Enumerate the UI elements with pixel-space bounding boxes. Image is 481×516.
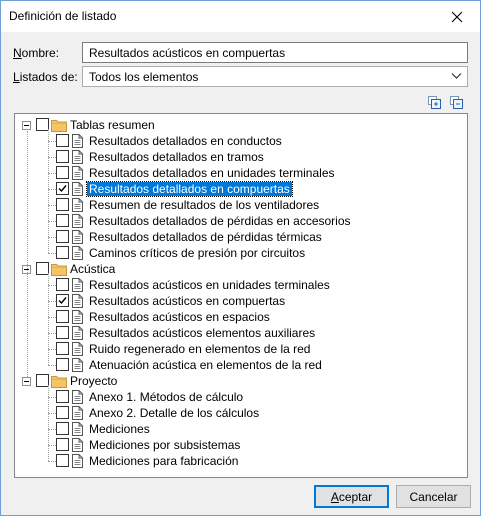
item-label: Ruido regenerado en elementos de la red xyxy=(89,342,311,356)
item-label: Resultados acústicos en compuertas xyxy=(89,294,286,308)
item-checkbox[interactable] xyxy=(56,278,69,291)
group-label: Proyecto xyxy=(70,374,118,388)
tree-item[interactable]: Resultados detallados en unidades termin… xyxy=(15,165,455,181)
item-checkbox[interactable] xyxy=(56,198,69,211)
dialog-window: Definición de listado Nombre: Resultados… xyxy=(0,0,481,516)
tree-group[interactable]: Proyecto xyxy=(15,373,455,389)
item-label: Atenuación acústica en elementos de la r… xyxy=(89,358,322,372)
window-title: Definición de listado xyxy=(9,9,117,23)
item-label: Resultados detallados en compuertas xyxy=(86,181,293,197)
accept-button[interactable]: Aceptar xyxy=(314,485,389,508)
tree-item[interactable]: Mediciones por subsistemas xyxy=(15,437,455,453)
group-label: Tablas resumen xyxy=(70,118,155,132)
tree-item[interactable]: Mediciones xyxy=(15,421,455,437)
list-source-value: Todos los elementos xyxy=(89,70,199,84)
tree-item[interactable]: Resultados acústicos en unidades termina… xyxy=(15,277,455,293)
item-checkbox[interactable] xyxy=(56,246,69,259)
item-checkbox[interactable] xyxy=(56,310,69,323)
collapse-toggle[interactable] xyxy=(22,121,31,130)
tree-item[interactable]: Resumen de resultados de los ventiladore… xyxy=(15,197,455,213)
item-label: Caminos críticos de presión por circuito… xyxy=(89,246,306,260)
item-label: Resultados acústicos en espacios xyxy=(89,310,270,324)
item-checkbox[interactable] xyxy=(56,406,69,419)
tree-item[interactable]: Mediciones para fabricación xyxy=(15,453,455,469)
item-checkbox[interactable] xyxy=(56,326,69,339)
item-checkbox[interactable] xyxy=(56,214,69,227)
tree-item[interactable]: Resultados acústicos en compuertas xyxy=(15,293,455,309)
tree-group[interactable]: Tablas resumen xyxy=(15,117,455,133)
tree-item[interactable]: Caminos críticos de presión por circuito… xyxy=(15,245,455,261)
close-button[interactable] xyxy=(434,1,480,32)
item-checkbox[interactable] xyxy=(56,150,69,163)
expand-all-icon xyxy=(428,96,441,109)
tree-item[interactable]: Resultados detallados en tramos xyxy=(15,149,455,165)
collapse-all-button[interactable] xyxy=(448,94,466,110)
chevron-down-icon xyxy=(451,73,462,79)
collapse-toggle[interactable] xyxy=(22,377,31,386)
report-tree[interactable]: Tablas resumen Resultados detallados en c… xyxy=(14,113,468,478)
item-checkbox[interactable] xyxy=(56,390,69,403)
name-input[interactable]: Resultados acústicos en compuertas xyxy=(82,42,468,63)
item-label: Resultados acústicos elementos auxiliare… xyxy=(89,326,316,340)
item-label: Anexo 1. Métodos de cálculo xyxy=(89,390,244,404)
item-checkbox[interactable] xyxy=(56,438,69,451)
item-label: Mediciones para fabricación xyxy=(89,454,239,468)
close-icon xyxy=(451,11,463,22)
item-label: Resultados detallados de pérdidas térmic… xyxy=(89,230,322,244)
item-label: Resultados detallados en unidades termin… xyxy=(89,166,335,180)
tree-item[interactable]: Resultados acústicos en espacios xyxy=(15,309,455,325)
document-icon xyxy=(70,453,84,472)
item-checkbox[interactable] xyxy=(56,454,69,467)
list-source-label: Listados de: xyxy=(13,70,78,84)
item-checkbox[interactable] xyxy=(56,134,69,147)
list-source-select[interactable]: Todos los elementos xyxy=(82,66,468,87)
tree-item[interactable]: Resultados detallados de pérdidas térmic… xyxy=(15,229,455,245)
tree-item[interactable]: Anexo 1. Métodos de cálculo xyxy=(15,389,455,405)
item-label: Resumen de resultados de los ventiladore… xyxy=(89,198,320,212)
item-label: Resultados detallados en conductos xyxy=(89,134,282,148)
item-label: Resultados detallados de pérdidas en acc… xyxy=(89,214,351,228)
item-checkbox[interactable] xyxy=(56,182,69,195)
item-checkbox[interactable] xyxy=(56,422,69,435)
title-bar: Definición de listado xyxy=(1,1,480,32)
tree-item[interactable]: Atenuación acústica en elementos de la r… xyxy=(15,357,455,373)
item-checkbox[interactable] xyxy=(56,166,69,179)
group-label: Acústica xyxy=(70,262,116,276)
item-label: Resultados acústicos en unidades termina… xyxy=(89,278,330,292)
item-label: Mediciones xyxy=(89,422,150,436)
name-label: Nombre: xyxy=(13,46,60,60)
item-checkbox[interactable] xyxy=(56,294,69,307)
item-checkbox[interactable] xyxy=(56,342,69,355)
collapse-all-icon xyxy=(450,96,463,109)
cancel-button[interactable]: Cancelar xyxy=(396,485,471,508)
tree-item[interactable]: Anexo 2. Detalle de los cálculos xyxy=(15,405,455,421)
tree-item[interactable]: Ruido regenerado en elementos de la red xyxy=(15,341,455,357)
item-label: Resultados detallados en tramos xyxy=(89,150,264,164)
tree-item[interactable]: Resultados acústicos elementos auxiliare… xyxy=(15,325,455,341)
tree-item[interactable]: Resultados detallados en compuertas xyxy=(15,181,455,197)
expand-all-button[interactable] xyxy=(426,94,444,110)
tree-group[interactable]: Acústica xyxy=(15,261,455,277)
item-checkbox[interactable] xyxy=(56,230,69,243)
item-checkbox[interactable] xyxy=(56,358,69,371)
tree-item[interactable]: Resultados detallados de pérdidas en acc… xyxy=(15,213,455,229)
item-label: Mediciones por subsistemas xyxy=(89,438,241,452)
item-label: Anexo 2. Detalle de los cálculos xyxy=(89,406,260,420)
tree-item[interactable]: Resultados detallados en conductos xyxy=(15,133,455,149)
